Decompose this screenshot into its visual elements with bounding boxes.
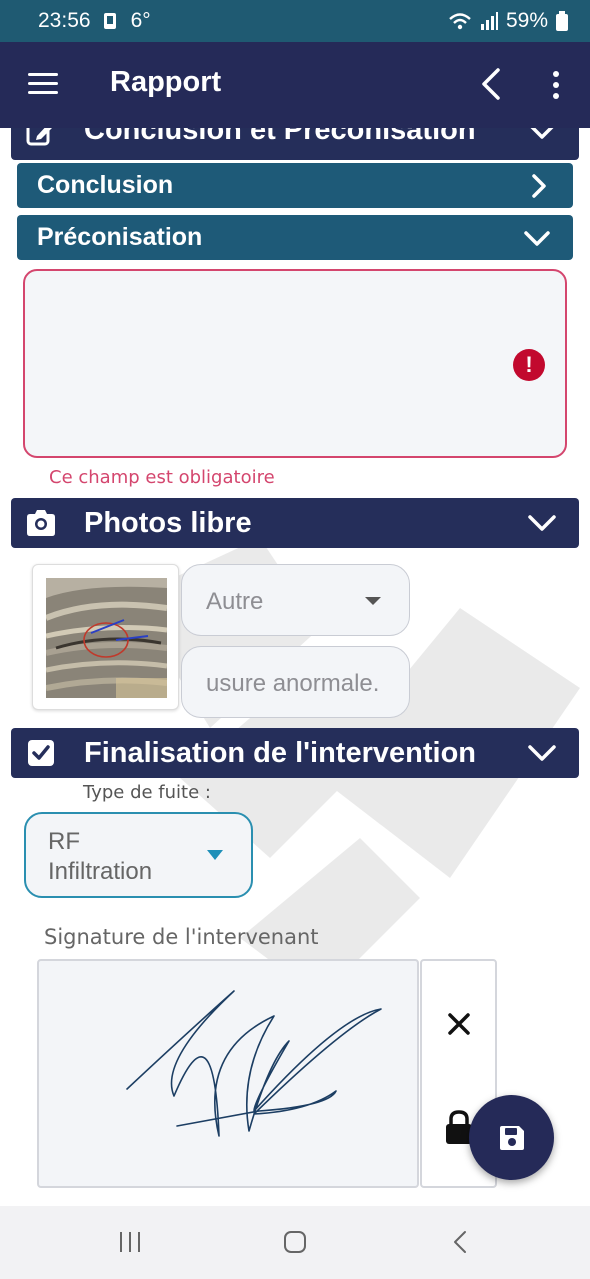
chevron-down-icon <box>530 128 554 139</box>
recents-icon[interactable] <box>118 1230 142 1254</box>
section-conclusion-preconisation-label: Conclusion et Préconisation <box>84 128 476 146</box>
photo-image <box>46 578 167 698</box>
home-icon[interactable] <box>283 1230 307 1254</box>
signature-pad[interactable] <box>37 959 419 1188</box>
signal-icon <box>480 12 498 30</box>
leak-type-label: Type de fuite : <box>83 782 211 803</box>
section-finalisation[interactable]: Finalisation de l'intervention <box>11 728 579 778</box>
checkbox-icon <box>28 740 54 766</box>
page-title: Rapport <box>110 66 222 98</box>
dropdown-caret-icon <box>207 850 223 860</box>
back-icon[interactable] <box>450 1230 474 1254</box>
status-battery-text: 59% <box>505 9 548 32</box>
signature-label: Signature de l'intervenant <box>44 925 319 949</box>
more-vert-icon[interactable] <box>548 70 564 100</box>
save-icon <box>500 1126 524 1150</box>
preconisation-textarea[interactable]: ! <box>23 269 567 458</box>
chevron-down-icon <box>528 515 556 531</box>
status-time: 23:56 <box>38 9 91 32</box>
chevron-right-icon <box>532 174 546 198</box>
photo-description-value: usure anormale. <box>206 670 380 697</box>
sub-section-preconisation[interactable]: Préconisation <box>17 215 573 260</box>
leak-type-value-line2: Infiltration <box>48 858 153 885</box>
sub-section-preconisation-label: Préconisation <box>37 223 203 251</box>
back-chevron-icon[interactable] <box>478 66 504 102</box>
signature-drawing <box>126 990 382 1137</box>
sub-section-conclusion[interactable]: Conclusion <box>17 163 573 208</box>
sub-section-conclusion-label: Conclusion <box>37 171 174 199</box>
section-conclusion-preconisation[interactable]: Conclusion et Préconisation <box>11 128 579 160</box>
report-content[interactable]: Conclusion et Préconisation Conclusion P… <box>0 128 590 1206</box>
save-button[interactable] <box>469 1095 554 1180</box>
error-icon: ! <box>513 349 545 381</box>
section-photos-libre-label: Photos libre <box>84 506 252 539</box>
section-photos-libre[interactable]: Photos libre <box>11 498 579 548</box>
chevron-down-icon <box>524 231 550 246</box>
wifi-icon <box>449 13 471 30</box>
dropdown-caret-icon <box>365 597 381 605</box>
status-temperature: 6° <box>130 9 151 32</box>
section-finalisation-label: Finalisation de l'intervention <box>84 736 476 769</box>
photo-description-input[interactable]: usure anormale. <box>181 646 410 718</box>
photo-thumbnail[interactable] <box>32 564 179 710</box>
app-bar: Rapport <box>0 42 590 128</box>
clear-signature-icon[interactable] <box>446 1011 472 1037</box>
edit-icon <box>26 128 52 146</box>
leak-type-value-line1: RF <box>48 828 80 855</box>
camera-icon <box>27 510 55 536</box>
preconisation-error-text: Ce champ est obligatoire <box>49 467 275 488</box>
battery-icon <box>556 11 568 31</box>
photo-category-select[interactable]: Autre <box>181 564 410 636</box>
leak-type-select[interactable]: RF Infiltration <box>24 812 253 898</box>
menu-icon[interactable] <box>28 73 58 95</box>
notification-icon <box>103 13 116 29</box>
chevron-down-icon <box>528 745 556 761</box>
status-bar: 23:56 6° 59% <box>0 0 590 42</box>
photo-category-value: Autre <box>206 588 264 615</box>
system-nav-bar <box>0 1206 590 1279</box>
